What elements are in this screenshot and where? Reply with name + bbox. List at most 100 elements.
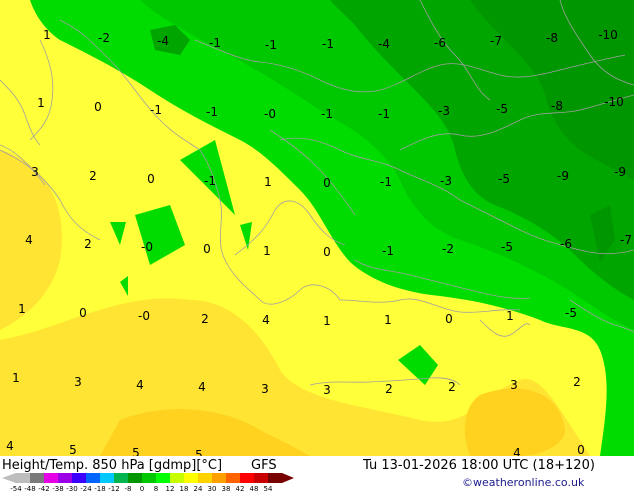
scale-tick-label: -42 xyxy=(38,485,50,493)
scale-swatch xyxy=(184,473,198,483)
temperature-value-label: 5 xyxy=(132,446,140,456)
temperature-value-label: 1 xyxy=(264,175,272,189)
scale-swatch xyxy=(100,473,114,483)
scale-tick-label: 38 xyxy=(221,485,231,493)
temperature-value-label: 2 xyxy=(84,237,92,251)
temperature-value-label: -0 xyxy=(141,240,153,254)
temperature-value-label: 2 xyxy=(573,375,581,389)
scale-swatch xyxy=(254,473,268,483)
temperature-value-label: -7 xyxy=(620,233,632,247)
temperature-value-label: 4 xyxy=(6,439,14,453)
scale-swatch xyxy=(114,473,128,483)
forecast-datetime: Tu 13-01-2026 18:00 UTC (18+120) xyxy=(363,458,595,473)
scale-swatch xyxy=(226,473,240,483)
scale-swatch xyxy=(86,473,100,483)
temperature-value-label: 1 xyxy=(384,313,392,327)
color-scale-bar xyxy=(2,473,294,483)
temperature-value-label: -1 xyxy=(209,36,221,50)
temperature-value-label: -4 xyxy=(157,34,169,48)
temperature-value-label: 3 xyxy=(510,378,518,392)
scale-swatch xyxy=(16,473,30,483)
scale-tick-label: -38 xyxy=(52,485,64,493)
scale-swatch xyxy=(268,473,282,483)
scale-tick-label: 42 xyxy=(235,485,245,493)
temperature-value-label: 5 xyxy=(69,443,77,456)
temperature-value-label: 0 xyxy=(147,172,155,186)
scale-tick-label: 12 xyxy=(165,485,175,493)
temperature-value-label: 3 xyxy=(31,165,39,179)
temperature-value-label: 1 xyxy=(37,96,45,110)
temperature-value-label: 3 xyxy=(323,383,331,397)
temperature-value-label: -5 xyxy=(565,306,577,320)
temperature-value-label: -8 xyxy=(551,99,563,113)
temperature-value-label: 0 xyxy=(323,245,331,259)
temperature-value-label: 4 xyxy=(136,378,144,392)
scale-tick-label: 18 xyxy=(179,485,189,493)
scale-swatch xyxy=(240,473,254,483)
temperature-value-label: -1 xyxy=(382,244,394,258)
temperature-value-label: -5 xyxy=(496,102,508,116)
temperature-value-label: -9 xyxy=(557,169,569,183)
site-credit: ©weatheronline.co.uk xyxy=(462,476,585,489)
scale-tick-label: -12 xyxy=(108,485,120,493)
temperature-value-label: 0 xyxy=(79,306,87,320)
temperature-value-label: 2 xyxy=(448,380,456,394)
scale-swatch xyxy=(156,473,170,483)
scale-tick-label: 24 xyxy=(193,485,203,493)
scale-swatch xyxy=(44,473,58,483)
temperature-value-label: -10 xyxy=(598,28,618,42)
scale-swatch xyxy=(170,473,184,483)
temperature-value-label: -0 xyxy=(264,107,276,121)
temperature-value-label: 1 xyxy=(43,28,51,42)
temperature-value-label: -5 xyxy=(498,172,510,186)
temperature-value-label: 0 xyxy=(203,242,211,256)
temperature-value-label: -2 xyxy=(442,242,454,256)
temperature-value-label: 0 xyxy=(94,100,102,114)
temperature-value-label: 4 xyxy=(262,313,270,327)
temperature-value-label: -5 xyxy=(501,240,513,254)
scale-swatch xyxy=(198,473,212,483)
temperature-value-label: 2 xyxy=(385,382,393,396)
scale-tick-label: 54 xyxy=(263,485,273,493)
temperature-value-label: 3 xyxy=(74,375,82,389)
temperature-value-label: 0 xyxy=(445,312,453,326)
scale-swatch xyxy=(142,473,156,483)
scale-tick-label: -18 xyxy=(94,485,106,493)
temperature-value-label: 0 xyxy=(577,443,585,456)
temperature-value-label: 4 xyxy=(25,233,33,247)
temperature-value-label: -1 xyxy=(321,107,333,121)
temperature-value-label: -1 xyxy=(322,37,334,51)
temperature-value-label: -1 xyxy=(204,174,216,188)
scale-tick-label: -54 xyxy=(10,485,22,493)
temperature-value-label: 2 xyxy=(89,169,97,183)
scale-swatch xyxy=(30,473,44,483)
temperature-value-label: -8 xyxy=(546,31,558,45)
temperature-value-label: 1 xyxy=(263,244,271,258)
scale-tick-label: -30 xyxy=(66,485,78,493)
temperature-value-label: -1 xyxy=(265,38,277,52)
temperature-value-label: -4 xyxy=(378,37,390,51)
temperature-value-label: 4 xyxy=(513,446,521,456)
temperature-value-label: 5 xyxy=(195,448,203,456)
temperature-value-label: -1 xyxy=(378,107,390,121)
temperature-value-label: -1 xyxy=(150,103,162,117)
temperature-value-label: -7 xyxy=(490,34,502,48)
scale-tick-label: 0 xyxy=(139,485,145,493)
scale-swatch xyxy=(72,473,86,483)
temperature-value-label: -1 xyxy=(380,175,392,189)
scale-right-arrow xyxy=(282,473,294,483)
temperature-value-label: -6 xyxy=(434,36,446,50)
scale-left-arrow xyxy=(2,473,16,483)
scale-swatch xyxy=(128,473,142,483)
temperature-value-label: -6 xyxy=(560,237,572,251)
scale-tick-label: -24 xyxy=(80,485,92,493)
temperature-value-label: 0 xyxy=(323,176,331,190)
temperature-value-label: -2 xyxy=(98,31,110,45)
weather-map: 1 -2 -4 -1 -1 -1 -4 -6 -7 -8 -10 1 0 -1 -1 -0 -1 -1 -3 -5 -8… xyxy=(0,0,634,456)
scale-tick-label: 8 xyxy=(153,485,159,493)
temperature-value-label: 1 xyxy=(506,309,514,323)
scale-swatch xyxy=(212,473,226,483)
scale-tick-label: 48 xyxy=(249,485,259,493)
temperature-value-label: 1 xyxy=(323,314,331,328)
temperature-value-label: -3 xyxy=(440,174,452,188)
